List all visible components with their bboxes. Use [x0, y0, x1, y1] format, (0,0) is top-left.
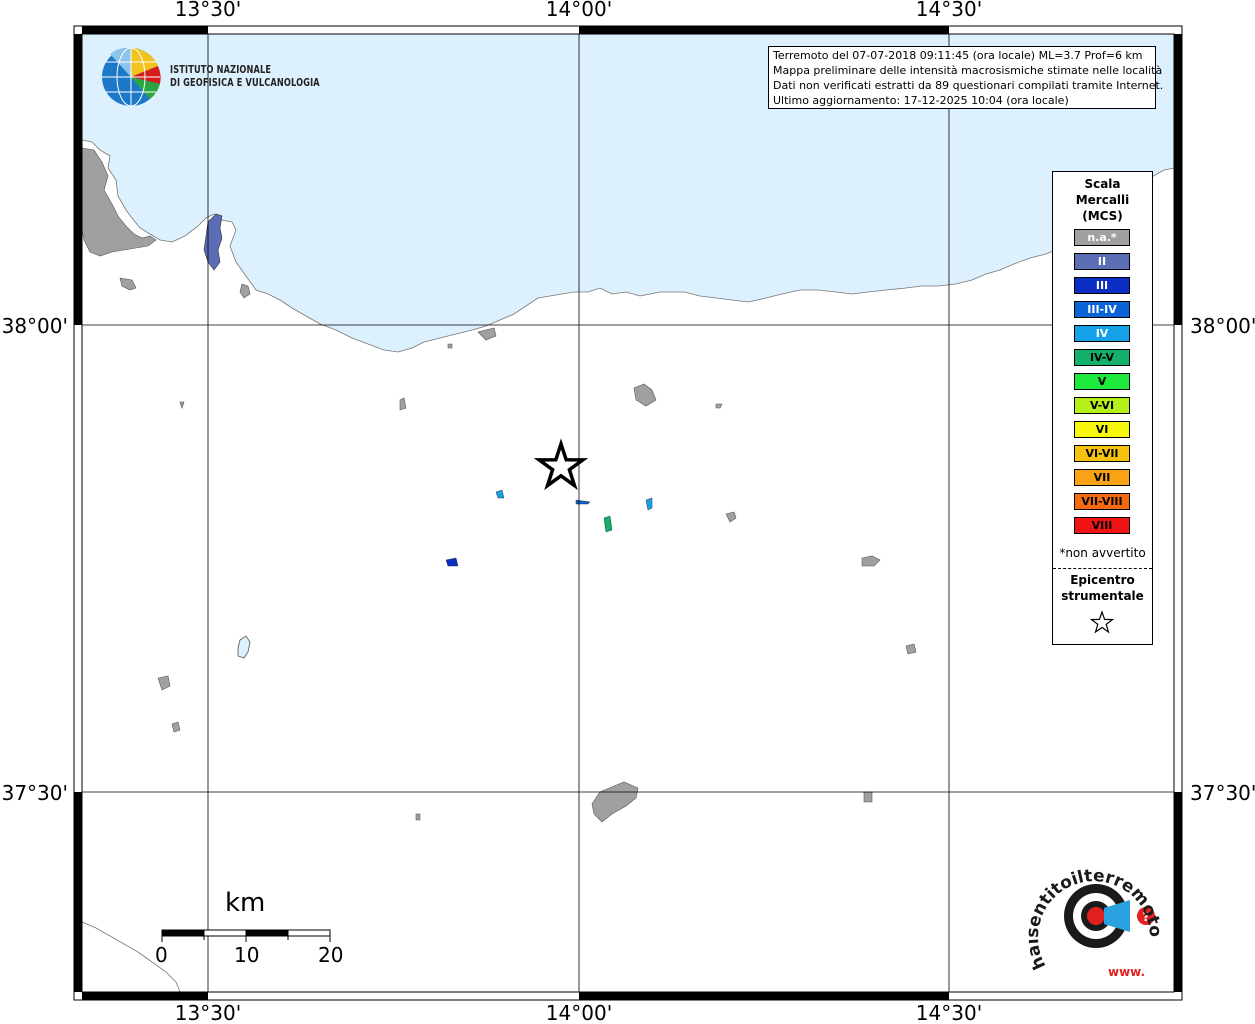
legend-item: II: [1074, 253, 1130, 270]
legend-item: n.a.*: [1074, 229, 1130, 246]
event-info-line4: Ultimo aggiornamento: 17-12-2025 10:04 (…: [773, 94, 1069, 107]
lat-label-right-2: 37°30': [1190, 781, 1255, 805]
legend-title: Scala Mercalli (MCS): [1053, 176, 1152, 224]
legend-separator: [1053, 568, 1152, 569]
legend-item: VII: [1074, 469, 1130, 486]
lon-label-bottom-2: 14°00': [546, 1001, 612, 1024]
legend-title-line2: Mercalli: [1075, 193, 1130, 207]
ingv-name-line1: ISTITUTO NAZIONALE: [170, 64, 272, 76]
event-info-line3: Dati non verificati estratti da 89 quest…: [773, 79, 1164, 92]
lon-label-bottom-1: 13°30': [175, 1001, 241, 1024]
legend-item: VIII: [1074, 517, 1130, 534]
legend-item: V: [1074, 373, 1130, 390]
lon-label-top-2: 14°00': [546, 0, 612, 21]
scale-label-20: 20: [318, 943, 344, 967]
legend-item: VII-VIII: [1074, 493, 1130, 510]
legend-item: V-VI: [1074, 397, 1130, 414]
scale-label-10: 10: [234, 943, 260, 967]
legend-epicenter-line1: Epicentro: [1070, 573, 1135, 587]
legend-note: *non avvertito: [1059, 546, 1146, 560]
legend-epicenter-line2: strumentale: [1061, 589, 1144, 603]
haisentito-text: haisentitoilterremoto.it: [1028, 858, 1165, 973]
legend-item: III: [1074, 277, 1130, 294]
legend-item: VI-VII: [1074, 445, 1130, 462]
legend-item: VI: [1074, 421, 1130, 438]
lon-label-top-1: 13°30': [175, 0, 241, 21]
scale-label-0: 0: [155, 943, 168, 967]
legend-title-line1: Scala: [1084, 177, 1121, 191]
event-info-box: Terremoto del 07-07-2018 09:11:45 (ora l…: [768, 46, 1164, 109]
lat-label-left-1: 38°00': [2, 314, 68, 338]
lat-label-left-2: 37°30': [2, 781, 68, 805]
ingv-name: ISTITUTO NAZIONALE DI GEOFISICA E VULCAN…: [170, 64, 320, 90]
ingv-name-line2: DI GEOFISICA E VULCANOLOGIA: [170, 77, 320, 89]
svg-text:haisentitoilterremoto.it: haisentitoilterremoto.it: [1028, 858, 1165, 973]
mcs-legend: Scala Mercalli (MCS) n.a.* II III III-IV IV I…: [1052, 171, 1153, 645]
lon-label-bottom-3: 14°30': [916, 1001, 982, 1024]
scale-unit: km: [225, 888, 266, 918]
legend-title-line3: (MCS): [1082, 209, 1123, 223]
legend-item: III-IV: [1074, 301, 1130, 318]
lat-label-right-1: 38°00': [1190, 314, 1255, 338]
haisentito-www: www.: [1108, 965, 1145, 979]
legend-star-icon: [1089, 610, 1115, 634]
lon-label-top-3: 14°30': [916, 0, 982, 21]
legend-item: IV: [1074, 325, 1130, 342]
haisentito-logo-text: haisentitoilterremoto.it www.: [1028, 858, 1165, 979]
event-info-line1: Terremoto del 07-07-2018 09:11:45 (ora l…: [773, 49, 1143, 62]
event-info-line2: Mappa preliminare delle intensità macros…: [773, 64, 1163, 77]
legend-epicenter-label: Epicentro strumentale: [1053, 572, 1152, 604]
legend-item: IV-V: [1074, 349, 1130, 366]
